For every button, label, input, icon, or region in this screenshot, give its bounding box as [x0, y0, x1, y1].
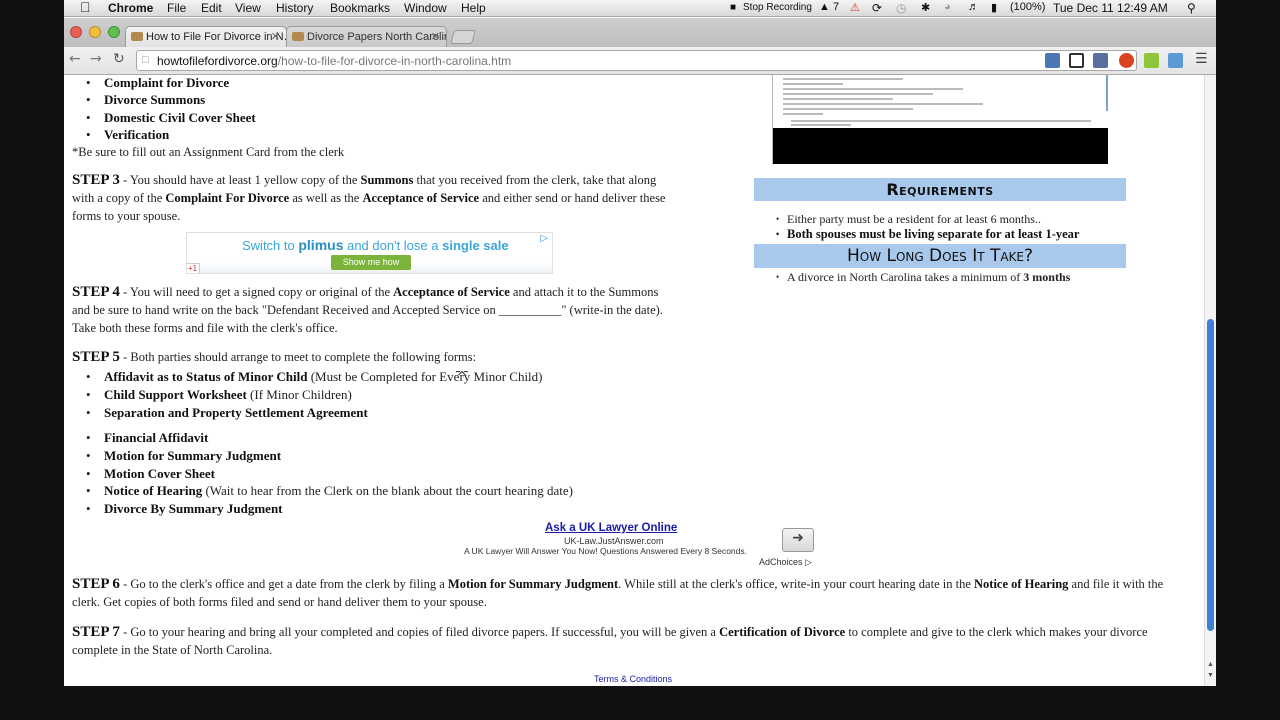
step-label: STEP 5	[72, 349, 120, 365]
step-label: STEP 7	[72, 624, 120, 640]
form-item: Separation and Property Settlement Agree…	[86, 405, 368, 421]
reload-icon[interactable]: ↻	[113, 51, 125, 67]
url-domain: howtofilefordivorce.org	[157, 54, 278, 68]
extension-screenshot-icon[interactable]	[1168, 53, 1183, 68]
back-arrow-icon[interactable]: ←	[69, 51, 81, 67]
step-7: STEP 7 - Go to your hearing and bring al…	[72, 624, 1148, 657]
scroll-up-arrow-icon[interactable]: ▲	[1207, 660, 1214, 668]
step-label: STEP 3	[72, 172, 120, 188]
menu-app-name[interactable]: Chrome	[108, 1, 153, 15]
form-item: Complaint for Divorce	[86, 75, 229, 91]
favicon-icon	[131, 32, 143, 41]
requirements-heading: Requirements	[754, 178, 1126, 201]
time-machine-icon[interactable]: ◷	[896, 1, 906, 15]
step-5: STEP 5 - Both parties should arrange to …	[72, 349, 477, 365]
spotlight-icon[interactable]: ⚲	[1187, 1, 1196, 15]
step-3: STEP 3 - You should have at least 1 yell…	[72, 172, 666, 223]
page-icon: □	[142, 54, 149, 66]
address-bar[interactable]: □ howtofilefordivorce.org/how-to-file-fo…	[136, 50, 1137, 71]
minimize-window-icon[interactable]	[89, 26, 101, 38]
menu-edit[interactable]: Edit	[201, 1, 222, 15]
step-label: STEP 6	[72, 576, 120, 592]
menu-file[interactable]: File	[167, 1, 186, 15]
close-window-icon[interactable]	[70, 26, 82, 38]
terms-link[interactable]: Terms & Conditions	[594, 674, 672, 684]
form-item: Verification	[86, 127, 169, 143]
tab-how-to-file[interactable]: How to File For Divorce in N… ✕	[125, 26, 287, 47]
how-long-item: A divorce in North Carolina takes a mini…	[776, 270, 1070, 285]
extension-window-icon[interactable]	[1069, 53, 1084, 68]
extension-stumbleupon-icon[interactable]	[1119, 53, 1134, 68]
form-item: Domestic Civil Cover Sheet	[86, 110, 256, 126]
zoom-window-icon[interactable]	[108, 26, 120, 38]
extension-green-icon[interactable]	[1144, 53, 1159, 68]
scroll-down-arrow-icon[interactable]: ▼	[1207, 671, 1214, 679]
tab-title: Divorce Papers North Carolin…	[307, 31, 447, 43]
battery-icon[interactable]: ▮	[991, 1, 997, 14]
form-item: Divorce By Summary Judgment	[86, 501, 282, 517]
battery-percent: (100%)	[1010, 1, 1046, 13]
menubar-clock[interactable]: Tue Dec 11 12:49 AM	[1053, 1, 1168, 15]
text-cursor-icon: ⌤	[455, 367, 469, 381]
extension-delicious-icon[interactable]	[1093, 53, 1108, 68]
wifi-icon[interactable]: ◕	[944, 1, 951, 13]
adchoices-icon[interactable]: ▷	[540, 233, 548, 244]
scrollbar-thumb[interactable]	[1207, 319, 1214, 631]
new-tab-button[interactable]	[450, 30, 476, 44]
plimus-banner-ad[interactable]: Switch to plimus and don't lose a single…	[186, 232, 553, 274]
page-scrollbar[interactable]: ▲ ▼	[1204, 75, 1216, 686]
adobe-icon[interactable]: ▲	[819, 1, 830, 13]
form-item: Financial Affidavit	[86, 430, 208, 446]
url-path: /how-to-file-for-divorce-in-north-caroli…	[277, 54, 512, 68]
form-item: Notice of Hearing (Wait to hear from the…	[86, 483, 573, 499]
divorce-form-image	[772, 75, 1108, 164]
menu-bookmarks[interactable]: Bookmarks	[330, 1, 390, 15]
ad-headline: Switch to plimus and don't lose a single…	[242, 237, 509, 253]
step-6: STEP 6 - Go to the clerk's office and ge…	[72, 576, 1164, 609]
ad-url[interactable]: UK-Law.JustAnswer.com	[564, 536, 664, 546]
apple-icon[interactable]: 	[80, 0, 91, 15]
menu-window[interactable]: Window	[404, 1, 447, 15]
stop-recording-label[interactable]: Stop Recording	[743, 2, 812, 13]
step-label: STEP 4	[72, 284, 120, 300]
form-item: Motion Cover Sheet	[86, 466, 215, 482]
ad-description: A UK Lawyer Will Answer You Now! Questio…	[464, 546, 747, 556]
adchoices-label[interactable]: AdChoices ▷	[759, 557, 812, 568]
tab-strip: How to File For Divorce in N… ✕ Divorce …	[64, 18, 1216, 47]
requirement-item: Either party must be a resident for at l…	[776, 212, 1041, 227]
ad-title-link[interactable]: Ask a UK Lawyer Online	[545, 522, 677, 534]
alert-icon[interactable]: ⚠	[850, 1, 860, 14]
show-me-how-button[interactable]: Show me how	[331, 255, 411, 270]
form-item: Affidavit as to Status of Minor Child (M…	[86, 369, 542, 385]
browser-window:  Chrome File Edit View History Bookmark…	[64, 0, 1216, 686]
tab-title: How to File For Divorce in N…	[146, 31, 287, 43]
browser-toolbar: ← → ↻ □ howtofilefordivorce.org/how-to-f…	[64, 47, 1216, 75]
gplus-button[interactable]: +1	[187, 263, 201, 273]
sync-icon[interactable]: ⟳	[872, 1, 882, 15]
web-page: Complaint for Divorce Divorce Summons Do…	[64, 75, 1204, 686]
form-item: Motion for Summary Judgment	[86, 448, 281, 464]
menu-history[interactable]: History	[276, 1, 313, 15]
step-4: STEP 4 - You will need to get a signed c…	[72, 284, 663, 335]
menu-help[interactable]: Help	[461, 1, 486, 15]
form-item: Child Support Worksheet (If Minor Childr…	[86, 387, 352, 403]
forward-arrow-icon[interactable]: →	[90, 51, 102, 67]
record-icon[interactable]: ■	[730, 2, 736, 13]
extension-person-icon[interactable]	[1045, 53, 1060, 68]
tab-divorce-papers[interactable]: Divorce Papers North Carolin… ✕	[286, 26, 447, 47]
adobe-count: 7	[833, 1, 840, 13]
assignment-note: *Be sure to fill out an Assignment Card …	[72, 145, 345, 159]
close-tab-icon[interactable]: ✕	[431, 30, 440, 43]
requirement-item: Both spouses must be living separate for…	[776, 227, 1079, 242]
form-item: Divorce Summons	[86, 92, 205, 108]
close-tab-icon[interactable]: ✕	[271, 30, 280, 43]
ad-go-arrow-icon[interactable]: ➜	[782, 528, 814, 552]
mac-menubar:  Chrome File Edit View History Bookmark…	[64, 0, 1216, 17]
favicon-icon	[292, 32, 304, 41]
menu-icon[interactable]: ☰	[1195, 51, 1208, 67]
bluetooth-icon[interactable]: ✱	[921, 1, 930, 14]
menu-view[interactable]: View	[235, 1, 261, 15]
volume-icon[interactable]: ♬	[968, 1, 979, 13]
how-long-heading: How Long Does It Take?	[754, 244, 1126, 268]
